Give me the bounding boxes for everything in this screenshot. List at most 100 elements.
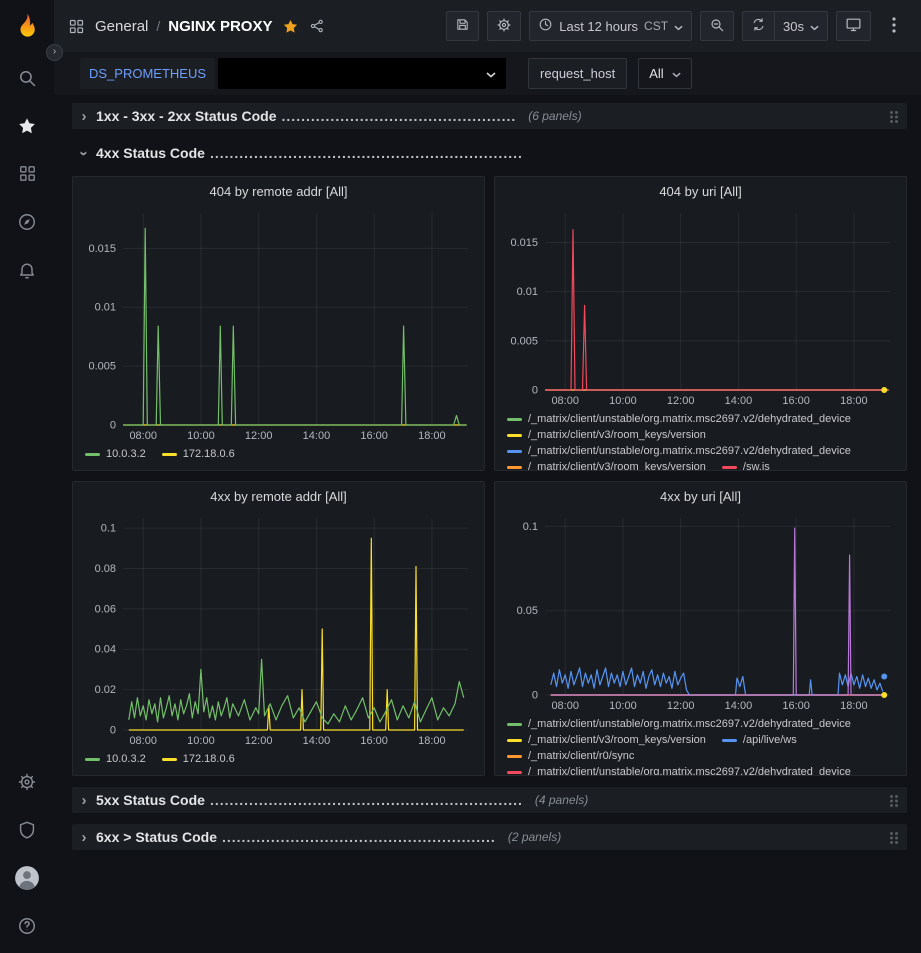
nav-actions: Last 12 hours CST 30s xyxy=(446,11,909,41)
row-drag-handle[interactable] xyxy=(889,110,899,123)
favorite-star-icon[interactable] xyxy=(282,18,299,35)
legend-item[interactable]: /_matrix/client/v3/room_keys/version xyxy=(507,428,706,443)
legend-swatch xyxy=(507,739,522,742)
sidebar-item-search[interactable] xyxy=(7,59,47,99)
svg-text:0.05: 0.05 xyxy=(517,605,538,617)
row-6xx[interactable]: › 6xx > Status Code ....................… xyxy=(72,824,907,850)
save-dashboard-button[interactable] xyxy=(446,11,479,41)
datasource-picker[interactable] xyxy=(218,58,506,89)
svg-text:10:00: 10:00 xyxy=(187,735,215,747)
row-drag-handle[interactable] xyxy=(889,831,899,844)
bell-icon xyxy=(17,260,37,283)
datasource-label: DS_PROMETHEUS xyxy=(80,58,215,89)
legend-item[interactable]: /_matrix/client/r0/sync xyxy=(507,749,634,764)
time-range-picker[interactable]: Last 12 hours CST xyxy=(529,11,692,41)
refresh-button[interactable] xyxy=(742,11,775,41)
row-title-dots: ........................................… xyxy=(210,145,523,161)
legend-item[interactable]: /_matrix/client/unstable/org.matrix.msc2… xyxy=(507,765,851,775)
time-series-chart[interactable]: 00.0050.010.01508:0010:0012:0014:0016:00… xyxy=(501,205,900,410)
svg-text:18:00: 18:00 xyxy=(418,430,446,442)
svg-text:0: 0 xyxy=(110,725,116,737)
panel-header[interactable]: 404 by remote addr [All] xyxy=(73,177,484,205)
panel-4xx-by-remote-addr: 4xx by remote addr [All] 00.020.040.060.… xyxy=(72,481,485,776)
sidebar-item-profile[interactable] xyxy=(7,859,47,899)
legend-label: /_matrix/client/unstable/org.matrix.msc2… xyxy=(528,412,851,427)
panel-header[interactable]: 4xx by uri [All] xyxy=(495,482,906,510)
legend-label: 10.0.3.2 xyxy=(106,447,146,462)
legend-label: /_matrix/client/unstable/org.matrix.msc2… xyxy=(528,765,851,775)
sidebar-item-dashboards[interactable] xyxy=(7,155,47,195)
svg-text:16:00: 16:00 xyxy=(360,430,388,442)
legend-item[interactable]: 10.0.3.2 xyxy=(85,447,146,462)
legend-item[interactable]: /_matrix/client/v3/room_keys/version xyxy=(507,733,706,748)
kiosk-mode-button[interactable] xyxy=(836,11,871,41)
row-5xx[interactable]: › 5xx Status Code ......................… xyxy=(72,787,907,813)
svg-text:16:00: 16:00 xyxy=(782,700,810,712)
sidebar-item-alerting[interactable] xyxy=(7,251,47,291)
panel-404-by-uri: 404 by uri [All] 00.0050.010.01508:0010:… xyxy=(494,176,907,471)
svg-text:0: 0 xyxy=(532,690,538,702)
row-title: 6xx > Status Code xyxy=(96,829,217,845)
legend-item[interactable]: /_matrix/client/unstable/org.matrix.msc2… xyxy=(507,717,851,732)
sidebar-item-help[interactable] xyxy=(7,907,47,947)
panel-header[interactable]: 4xx by remote addr [All] xyxy=(73,482,484,510)
legend-label: 172.18.0.6 xyxy=(183,752,235,767)
time-series-chart[interactable]: 00.050.108:0010:0012:0014:0016:0018:00 xyxy=(501,510,900,715)
sidebar-item-server-admin[interactable] xyxy=(7,811,47,851)
chevron-right-icon: › xyxy=(76,829,92,846)
star-icon xyxy=(17,116,37,139)
compass-icon xyxy=(17,212,37,235)
main-area: General / NGINX PROXY Last 12 hours xyxy=(54,0,921,953)
panel-title: 4xx by remote addr [All] xyxy=(210,489,347,504)
legend-item[interactable]: /_matrix/client/v3/room_keys/version xyxy=(507,460,706,470)
zoom-out-button[interactable] xyxy=(700,11,734,41)
svg-text:12:00: 12:00 xyxy=(245,735,273,747)
request-host-picker[interactable]: All xyxy=(638,58,691,89)
legend-item[interactable]: 10.0.3.2 xyxy=(85,752,146,767)
row-drag-handle[interactable] xyxy=(889,794,899,807)
svg-text:08:00: 08:00 xyxy=(129,735,157,747)
chevron-down-icon xyxy=(674,19,683,34)
panel-header[interactable]: 404 by uri [All] xyxy=(495,177,906,205)
legend-swatch xyxy=(85,758,100,761)
more-menu-button[interactable] xyxy=(879,11,909,41)
sidebar-item-starred[interactable] xyxy=(7,107,47,147)
dashboard-settings-button[interactable] xyxy=(487,11,521,41)
legend-label: 10.0.3.2 xyxy=(106,752,146,767)
legend-item[interactable]: /api/live/ws xyxy=(722,733,797,748)
breadcrumb-folder[interactable]: General xyxy=(95,18,148,35)
legend-swatch xyxy=(722,466,737,469)
sidebar-item-explore[interactable] xyxy=(7,203,47,243)
sidebar-expand-button[interactable]: › xyxy=(46,44,63,61)
svg-text:0.01: 0.01 xyxy=(95,302,116,314)
time-series-chart[interactable]: 00.020.040.060.080.108:0010:0012:0014:00… xyxy=(79,510,478,750)
chevron-down-icon xyxy=(672,66,681,81)
legend-item[interactable]: 172.18.0.6 xyxy=(162,447,235,462)
dashboard-title[interactable]: NGINX PROXY xyxy=(168,18,272,35)
sidebar xyxy=(0,0,54,953)
svg-text:0.1: 0.1 xyxy=(523,521,538,533)
svg-text:14:00: 14:00 xyxy=(725,395,753,407)
legend-item[interactable]: /_matrix/client/unstable/org.matrix.msc2… xyxy=(507,412,851,427)
gear-icon xyxy=(17,772,37,795)
chart-area: 00.020.040.060.080.108:0010:0012:0014:00… xyxy=(73,510,484,750)
refresh-interval-dropdown[interactable]: 30s xyxy=(775,11,828,41)
time-series-chart[interactable]: 00.0050.010.01508:0010:0012:0014:0016:00… xyxy=(79,205,478,445)
row-panel-count: (4 panels) xyxy=(535,793,588,807)
legend-item[interactable]: 172.18.0.6 xyxy=(162,752,235,767)
row-4xx[interactable]: › 4xx Status Code ......................… xyxy=(72,140,907,166)
monitor-icon xyxy=(845,16,862,36)
legend-item[interactable]: /_matrix/client/unstable/org.matrix.msc2… xyxy=(507,444,851,459)
chart-area: 00.0050.010.01508:0010:0012:0014:0016:00… xyxy=(73,205,484,445)
row-1xx-3xx-2xx[interactable]: › 1xx - 3xx - 2xx Status Code ..........… xyxy=(72,103,907,129)
share-icon[interactable] xyxy=(309,18,325,34)
sidebar-item-configuration[interactable] xyxy=(7,763,47,803)
svg-text:16:00: 16:00 xyxy=(782,395,810,407)
svg-text:16:00: 16:00 xyxy=(360,735,388,747)
legend-swatch xyxy=(722,739,737,742)
shield-icon xyxy=(17,820,37,843)
legend-label: /_matrix/client/v3/room_keys/version xyxy=(528,460,706,470)
grafana-logo-icon[interactable] xyxy=(6,5,48,47)
svg-text:12:00: 12:00 xyxy=(245,430,273,442)
legend-item[interactable]: /sw.js xyxy=(722,460,770,470)
